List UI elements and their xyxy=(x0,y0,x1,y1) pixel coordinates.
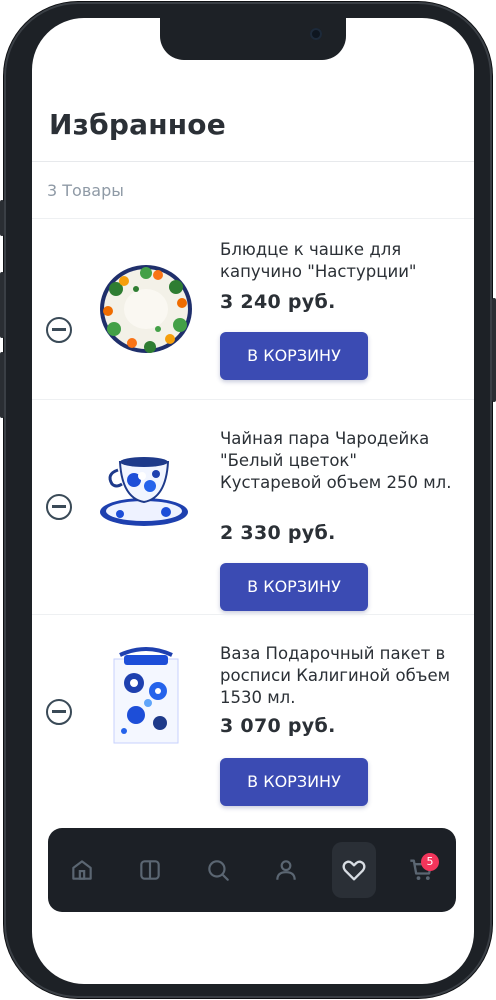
header: Избранное xyxy=(32,18,474,162)
nav-profile[interactable] xyxy=(264,842,308,898)
items-count: 3 Товары xyxy=(47,181,124,200)
home-icon xyxy=(72,860,92,880)
phone-frame: Избранное 3 Товары Блюдце к чашке для ка… xyxy=(0,2,496,998)
add-to-cart-button[interactable]: В КОРЗИНУ xyxy=(220,563,368,611)
volume-up-button xyxy=(0,272,4,338)
mute-switch xyxy=(0,200,4,236)
favorite-item: Блюдце к чашке для капучино "Настурции" … xyxy=(32,218,474,399)
product-image-tea-pair xyxy=(100,457,188,526)
nav-search[interactable] xyxy=(196,842,240,898)
product-price: 3 240 руб. xyxy=(220,291,336,313)
nav-home[interactable] xyxy=(60,842,104,898)
add-to-cart-button[interactable]: В КОРЗИНУ xyxy=(220,332,368,380)
remove-item-button[interactable] xyxy=(46,699,72,725)
nav-cart[interactable] xyxy=(400,842,444,898)
nav-catalog[interactable] xyxy=(128,842,172,898)
product-name[interactable]: Ваза Подарочный пакет в росписи Калигино… xyxy=(220,643,460,709)
product-image-gift-bag xyxy=(113,647,179,744)
add-to-cart-button[interactable]: В КОРЗИНУ xyxy=(220,758,368,806)
nav-favorites[interactable] xyxy=(332,842,376,898)
favorites-heart-icon xyxy=(342,860,366,881)
catalog-icon xyxy=(140,860,160,880)
power-button xyxy=(492,298,496,402)
product-name[interactable]: Чайная пара Чародейка "Белый цветок" Кус… xyxy=(220,428,460,494)
profile-icon xyxy=(276,860,296,880)
product-name[interactable]: Блюдце к чашке для капучино "Настурции" xyxy=(220,239,460,283)
search-icon xyxy=(208,860,229,881)
bottom-navbar xyxy=(48,828,456,912)
product-price: 3 070 руб. xyxy=(220,715,336,737)
page-title: Избранное xyxy=(49,108,226,141)
remove-item-button[interactable] xyxy=(46,494,72,520)
product-image-saucer xyxy=(100,265,192,353)
favorite-item: Чайная пара Чародейка "Белый цветок" Кус… xyxy=(32,399,474,614)
product-price: 2 330 руб. xyxy=(220,522,336,544)
screen: Избранное 3 Товары Блюдце к чашке для ка… xyxy=(32,18,474,984)
volume-down-button xyxy=(0,352,4,418)
remove-item-button[interactable] xyxy=(46,317,72,343)
cart-count-badge: 5 xyxy=(421,853,439,871)
favorite-item: Ваза Подарочный пакет в росписи Калигино… xyxy=(32,614,474,808)
